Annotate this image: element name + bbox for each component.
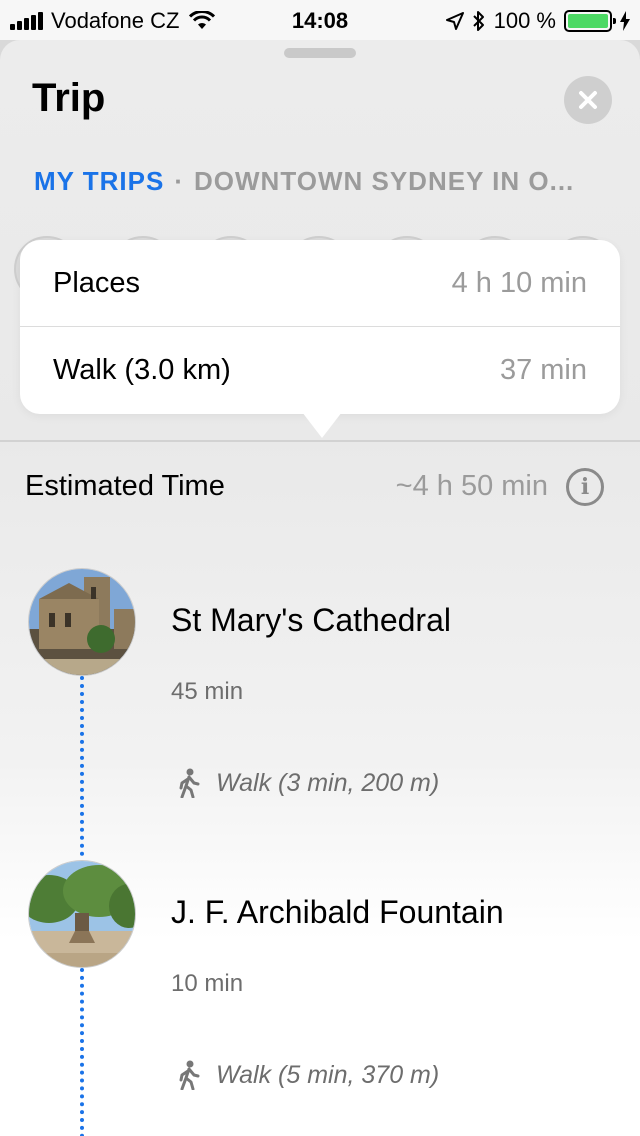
breadcrumb: MY TRIPS · DOWNTOWN SYDNEY IN O... (34, 166, 574, 197)
status-bar: Vodafone CZ 14:08 100 % (0, 0, 640, 40)
stop-photo-fountain (28, 860, 136, 968)
estimated-time-row[interactable]: Estimated Time ~4 h 50 min i (0, 464, 640, 514)
stop-photo-cathedral (28, 568, 136, 676)
popover-value: 37 min (499, 354, 587, 386)
charging-bolt-icon (620, 11, 630, 31)
estimated-time-label: Estimated Time (25, 470, 225, 502)
info-icon[interactable]: i (566, 468, 604, 506)
popover-label: Walk (3.0 km) (53, 354, 231, 386)
trip-sheet: Trip MY TRIPS · DOWNTOWN SYDNEY IN O... Pl… (0, 40, 640, 1136)
location-arrow-icon (445, 12, 464, 30)
estimated-time-value: ~4 h 50 min (395, 470, 548, 502)
battery-icon (564, 10, 616, 32)
walk-text: Walk (5 min, 370 m) (216, 1060, 440, 1089)
time-breakdown-popover: Places 4 h 10 min Walk (3.0 km) 37 min (20, 240, 620, 438)
walking-person-icon (179, 768, 200, 798)
walking-person-icon (179, 1060, 200, 1090)
divider (0, 440, 640, 442)
popover-row-walk: Walk (3.0 km) 37 min (20, 327, 620, 414)
stop-duration: 10 min (171, 970, 244, 997)
status-right: 100 % (445, 8, 630, 34)
popover-label: Places (53, 266, 141, 299)
bluetooth-icon (472, 11, 484, 31)
breadcrumb-separator: · (174, 166, 184, 196)
breadcrumb-my-trips-link[interactable]: MY TRIPS (34, 166, 164, 196)
walk-segment[interactable]: Walk (5 min, 370 m) (176, 1060, 439, 1090)
close-button[interactable] (564, 76, 612, 124)
breadcrumb-current: DOWNTOWN SYDNEY IN O... (194, 166, 575, 196)
stop-name: St Mary's Cathedral (171, 602, 451, 638)
walk-text: Walk (3 min, 200 m) (216, 768, 440, 797)
stop-duration: 45 min (171, 678, 244, 705)
walk-segment[interactable]: Walk (3 min, 200 m) (176, 768, 439, 798)
battery-percent: 100 % (493, 8, 556, 33)
stop-name: J. F. Archibald Fountain (171, 894, 504, 930)
close-icon (579, 91, 597, 109)
popover-row-places: Places 4 h 10 min (20, 240, 620, 327)
sheet-title: Trip (32, 76, 106, 120)
sheet-grabber[interactable] (284, 48, 356, 58)
route-connector (80, 968, 84, 1136)
route-connector (80, 676, 84, 856)
popover-value: 4 h 10 min (451, 266, 587, 299)
